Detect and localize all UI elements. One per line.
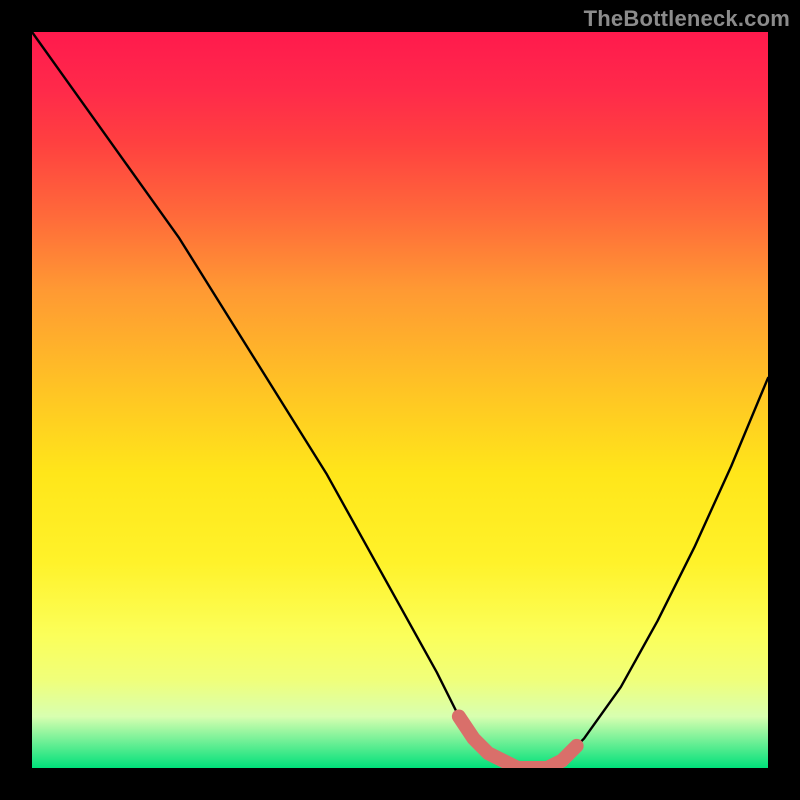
plot-area [32, 32, 768, 768]
curve-svg [32, 32, 768, 768]
watermark-text: TheBottleneck.com [584, 6, 790, 32]
bottleneck-highlight [459, 716, 577, 768]
chart-stage: TheBottleneck.com [0, 0, 800, 800]
bottleneck-curve [32, 32, 768, 768]
